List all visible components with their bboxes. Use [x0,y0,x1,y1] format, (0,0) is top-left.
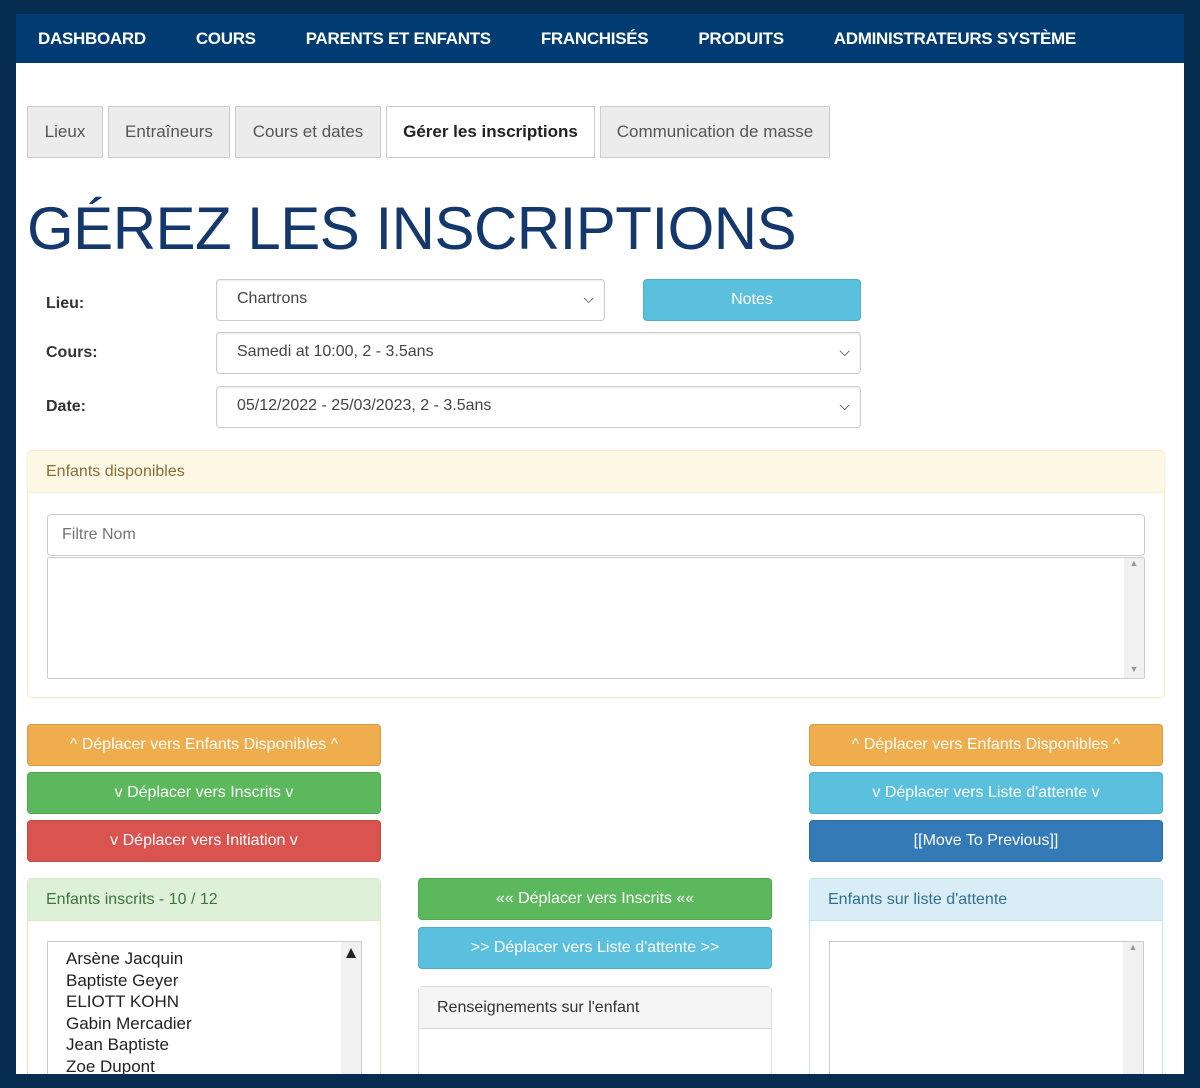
move-to-previous-button[interactable]: [[Move To Previous]] [809,820,1163,862]
nav-cours[interactable]: COURS [196,29,256,49]
lieu-value: Chartrons [237,290,308,307]
tab-lieux[interactable]: Lieux [27,106,103,158]
top-nav: DASHBOARD COURS PARENTS ET ENFANTS FRANC… [16,14,1184,63]
list-item[interactable]: Baptiste Geyer [66,970,343,992]
nav-parents-enfants[interactable]: PARENTS ET ENFANTS [306,29,491,49]
date-select[interactable]: 05/12/2022 - 25/03/2023, 2 - 3.5ans ⌵ [216,386,861,428]
waitlist-title: Enfants sur liste d'attente [810,879,1162,921]
date-value: 05/12/2022 - 25/03/2023, 2 - 3.5ans [237,397,492,414]
notes-button[interactable]: Notes [643,279,861,321]
scrollbar[interactable]: ▲ ▼ [1124,558,1144,678]
tab-gerer-inscriptions[interactable]: Gérer les inscriptions [386,106,595,158]
available-title: Enfants disponibles [28,451,1164,493]
child-info-panel: Renseignements sur l'enfant [418,986,772,1074]
enrolled-panel: Enfants inscrits - 10 / 12 Arsène Jacqui… [27,878,381,1074]
scrollbar[interactable]: ▲ [341,942,361,1074]
date-label: Date: [46,398,87,415]
list-item[interactable]: ELIOTT KOHN [66,991,343,1013]
nav-produits[interactable]: PRODUITS [698,29,784,49]
move-to-waitlist-button[interactable]: v Déplacer vers Liste d'attente v [809,772,1163,814]
cours-value: Samedi at 10:00, 2 - 3.5ans [237,343,434,360]
filter-name-input[interactable] [47,514,1145,556]
nav-admins[interactable]: ADMINISTRATEURS SYSTÈME [834,29,1076,49]
list-item[interactable]: Gabin Mercadier [66,1013,343,1035]
available-panel: Enfants disponibles ▲▼ [27,450,1165,698]
list-item[interactable]: Arsène Jacquin [66,948,343,970]
chevron-down-icon: ⌵ [839,343,850,359]
page-title: GÉREZ LES INSCRIPTIONS [27,195,797,262]
waitlist-panel: Enfants sur liste d'attente ▲ [809,878,1163,1074]
chevron-down-icon: ⌵ [583,290,594,306]
left-move-available-button[interactable]: ^ Déplacer vers Enfants Disponibles ^ [27,724,381,766]
child-info-title: Renseignements sur l'enfant [419,987,771,1029]
tab-communication[interactable]: Communication de masse [600,106,830,158]
move-to-enrolled-button[interactable]: v Déplacer vers Inscrits v [27,772,381,814]
enrolled-title: Enfants inscrits - 10 / 12 [28,879,380,921]
available-list[interactable]: ▲ ▼ [47,557,1145,679]
waitlist-list[interactable]: ▲ [829,941,1144,1074]
right-move-available-button[interactable]: ^ Déplacer vers Enfants Disponibles ^ [809,724,1163,766]
enrolled-list[interactable]: Arsène Jacquin Baptiste Geyer ELIOTT KOH… [47,941,362,1074]
cours-label: Cours: [46,344,98,361]
lieu-label: Lieu: [46,295,85,312]
list-item[interactable]: Zoe Dupont [66,1056,343,1075]
lieu-select[interactable]: Chartrons ⌵ [216,279,605,321]
chevron-down-icon: ⌵ [839,397,850,413]
scrollbar[interactable]: ▲ [1123,942,1143,1074]
cours-select[interactable]: Samedi at 10:00, 2 - 3.5ans ⌵ [216,332,861,374]
middle-move-enrolled-button[interactable]: «« Déplacer vers Inscrits «« [418,878,772,920]
list-item[interactable]: Jean Baptiste [66,1034,343,1056]
nav-dashboard[interactable]: DASHBOARD [38,29,146,49]
middle-move-waitlist-button[interactable]: >> Déplacer vers Liste d'attente >> [418,927,772,969]
tab-entraineurs[interactable]: Entraîneurs [108,106,230,158]
move-to-initiation-button[interactable]: v Déplacer vers Initiation v [27,820,381,862]
tab-cours-dates[interactable]: Cours et dates [235,106,381,158]
nav-franchises[interactable]: FRANCHISÉS [541,29,649,49]
